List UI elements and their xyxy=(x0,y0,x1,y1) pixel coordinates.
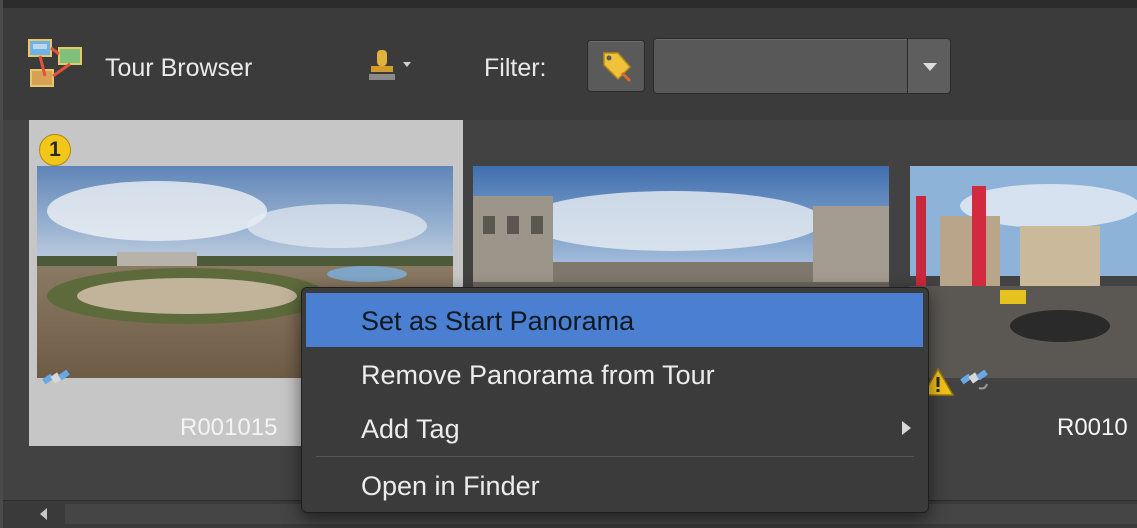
menu-item-add-tag[interactable]: Add Tag xyxy=(306,401,923,455)
menu-item-label: Open in Finder xyxy=(361,471,540,501)
panorama-thumbnail[interactable] xyxy=(910,166,1137,378)
context-menu: Set as Start Panorama Remove Panorama fr… xyxy=(301,287,929,513)
window-title: Tour Browser xyxy=(105,54,253,82)
menu-item-label: Set as Start Panorama xyxy=(361,306,635,336)
start-panorama-badge: 1 xyxy=(39,134,71,166)
satellite-icon xyxy=(960,369,988,390)
menu-item-open-in-finder[interactable]: Open in Finder xyxy=(306,458,923,512)
chevron-down-icon[interactable] xyxy=(907,39,950,93)
menu-item-set-as-start-panorama[interactable]: Set as Start Panorama xyxy=(306,293,923,347)
menu-item-label: Remove Panorama from Tour xyxy=(361,360,715,390)
tag-filter-button[interactable] xyxy=(587,40,645,92)
filter-dropdown[interactable] xyxy=(653,38,951,94)
submenu-arrow-icon xyxy=(902,421,911,435)
toolbar: Tour Browser Filter: xyxy=(3,8,1137,120)
thumbnail-filename: R0010 xyxy=(1057,414,1128,441)
tour-browser-icon xyxy=(28,39,82,87)
filter-label: Filter: xyxy=(484,54,547,82)
menu-item-label: Add Tag xyxy=(361,414,460,444)
menu-item-remove-panorama[interactable]: Remove Panorama from Tour xyxy=(306,347,923,401)
satellite-icon xyxy=(42,369,70,385)
stamp-icon[interactable] xyxy=(363,44,421,88)
tag-icon xyxy=(603,52,632,83)
thumbnail-filename: R001015 xyxy=(180,414,278,441)
menu-separator xyxy=(316,456,914,457)
tour-browser-window: Tour Browser Filter: 1 R001015 R0010 Set… xyxy=(0,0,1137,528)
scroll-left-arrow-icon[interactable] xyxy=(33,503,61,525)
